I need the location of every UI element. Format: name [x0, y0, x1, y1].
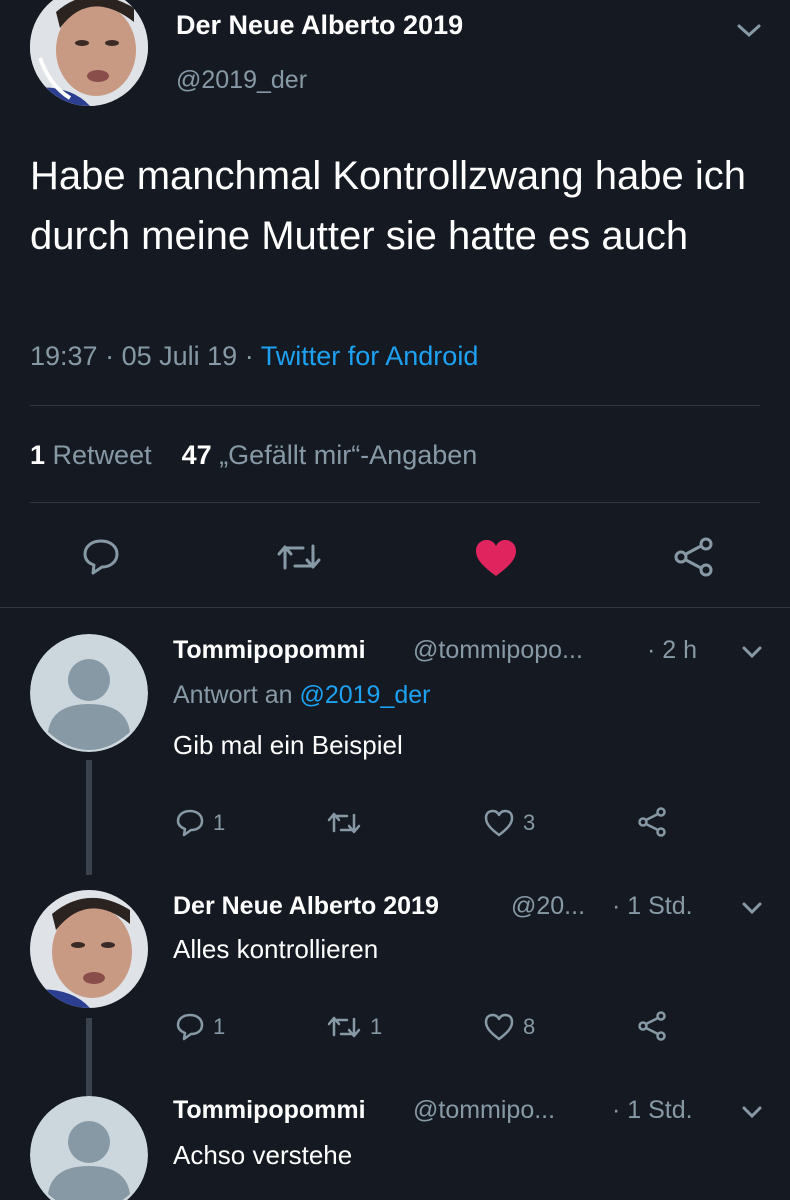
like-label[interactable]: „Gefällt mir“-Angaben	[219, 440, 477, 470]
reply-icon	[176, 1013, 204, 1041]
reply-author-name[interactable]: Tommipopommi	[173, 1096, 366, 1125]
like-count[interactable]: 47	[182, 440, 212, 470]
heart-outline-icon	[484, 1013, 514, 1041]
reply-time: · 2 h	[647, 636, 698, 664]
tweet-stats: 1 Retweet 47 „Gefällt mir“-Angaben	[30, 440, 477, 471]
chevron-down-icon[interactable]	[740, 1102, 764, 1127]
reply-action[interactable]: 1	[175, 1012, 225, 1042]
tweet-date: 05 Juli 19	[121, 341, 238, 371]
reply-action[interactable]: 1	[175, 808, 225, 838]
heart-outline-icon	[484, 809, 514, 837]
like-count: 3	[523, 810, 536, 835]
chevron-down-icon[interactable]	[734, 18, 764, 47]
heart-icon[interactable]	[474, 538, 518, 583]
retweet-count[interactable]: 1	[30, 440, 45, 470]
retweet-icon	[327, 1016, 361, 1038]
reply-author-handle[interactable]: @20...	[511, 892, 585, 921]
reply-icon[interactable]	[80, 536, 122, 581]
author-handle[interactable]: @2019_der	[176, 66, 307, 95]
tweet-text: Habe manchmal Kontrollzwang habe ich dur…	[30, 154, 746, 258]
reply-to-line: Antwort an @2019_der	[173, 681, 431, 710]
avatar[interactable]	[30, 634, 148, 752]
like-action[interactable]: 8	[483, 1012, 535, 1042]
share-icon[interactable]	[636, 1010, 668, 1042]
like-count: 8	[523, 1014, 536, 1039]
like-action[interactable]: 3	[483, 808, 535, 838]
tweet-detail-screen: Der Neue Alberto 2019 @2019_der Habe man…	[0, 0, 790, 1200]
retweet-count: 1	[370, 1014, 383, 1039]
retweet-icon[interactable]	[275, 538, 323, 581]
meta-separator: ·	[244, 341, 254, 371]
chevron-down-icon[interactable]	[740, 642, 764, 667]
reply-text: Gib mal ein Beispiel	[173, 730, 403, 760]
meta-separator: ·	[105, 341, 115, 371]
tweet-timestamp: 19:37 · 05 Juli 19 · Twitter for Android	[30, 341, 478, 372]
retweet-icon	[327, 812, 361, 834]
reply-icon	[176, 809, 204, 837]
divider	[30, 502, 760, 503]
reply-to-label: Antwort an	[173, 681, 293, 709]
avatar[interactable]	[30, 890, 148, 1008]
author-avatar[interactable]	[30, 0, 148, 106]
share-icon[interactable]	[672, 536, 716, 583]
reply-author-name[interactable]: Tommipopommi	[173, 636, 366, 665]
reply-count: 1	[213, 1014, 226, 1039]
reply-author-handle[interactable]: @tommipopo...	[413, 636, 583, 665]
share-icon[interactable]	[636, 806, 668, 838]
tweet-time: 19:37	[30, 341, 98, 371]
reply-count: 1	[213, 810, 226, 835]
thread-line	[86, 760, 92, 875]
retweet-action[interactable]	[326, 808, 370, 838]
reply-time: · 1 Std.	[612, 1096, 693, 1124]
retweet-label[interactable]: Retweet	[53, 440, 152, 470]
reply-author-name[interactable]: Der Neue Alberto 2019	[173, 892, 439, 921]
reply-text: Alles kontrollieren	[173, 934, 379, 964]
thread-line	[86, 1018, 92, 1098]
avatar[interactable]	[30, 1096, 148, 1200]
tweet-source-link[interactable]: Twitter for Android	[261, 341, 479, 371]
reply-time: · 1 Std.	[612, 892, 693, 920]
chevron-down-icon[interactable]	[740, 898, 764, 923]
divider	[30, 405, 760, 406]
divider	[0, 607, 790, 608]
reply-text: Achso verstehe	[173, 1140, 353, 1170]
author-name[interactable]: Der Neue Alberto 2019	[176, 10, 463, 41]
retweet-action[interactable]: 1	[326, 1012, 382, 1042]
reply-to-handle[interactable]: @2019_der	[299, 681, 430, 709]
reply-author-handle[interactable]: @tommipo...	[413, 1096, 555, 1125]
